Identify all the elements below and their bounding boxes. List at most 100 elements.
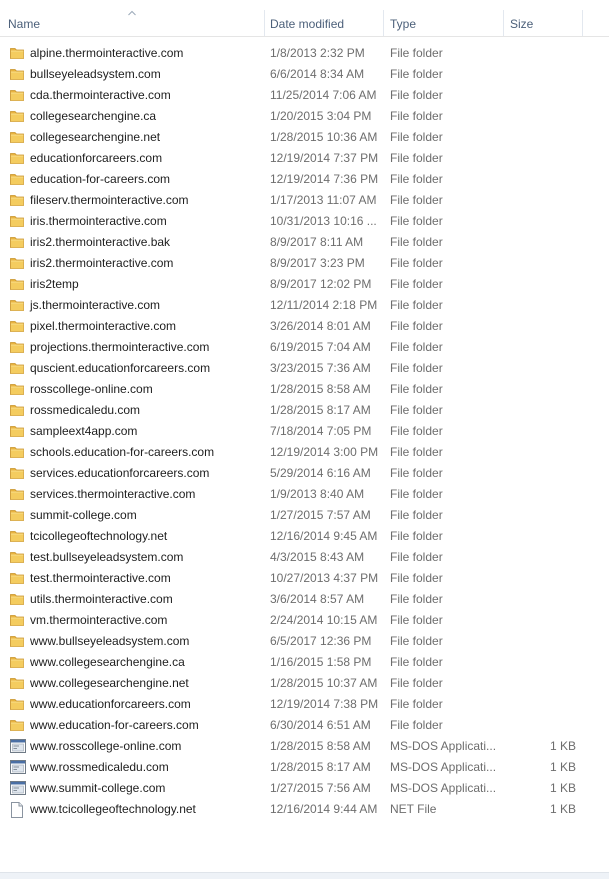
file-date-modified: 3/26/2014 8:01 AM	[270, 319, 371, 333]
file-row[interactable]: fileserv.thermointeractive.com 1/17/2013 …	[0, 190, 609, 211]
file-date-modified: 1/28/2015 8:58 AM	[270, 739, 371, 753]
file-row[interactable]: projections.thermointeractive.com 6/19/20…	[0, 337, 609, 358]
file-date-modified: 1/16/2015 1:58 PM	[270, 655, 372, 669]
file-type: File folder	[390, 235, 443, 249]
file-type: MS-DOS Applicati...	[390, 739, 497, 753]
folder-icon	[10, 442, 26, 463]
column-header-size[interactable]: Size	[510, 0, 533, 36]
file-row[interactable]: tcicollegeoftechnology.net 12/16/2014 9:4…	[0, 526, 609, 547]
file-name: rosscollege-online.com	[30, 382, 153, 396]
file-type: File folder	[390, 718, 443, 732]
file-row[interactable]: www.rossmedicaledu.com 1/28/2015 8:17 AM M…	[0, 757, 609, 778]
file-row[interactable]: services.thermointeractive.com 1/9/2013 8…	[0, 484, 609, 505]
file-row[interactable]: test.bullseyeleadsystem.com 4/3/2015 8:43…	[0, 547, 609, 568]
file-row[interactable]: utils.thermointeractive.com 3/6/2014 8:57…	[0, 589, 609, 610]
file-type: File folder	[390, 298, 443, 312]
file-type: File folder	[390, 487, 443, 501]
file-row[interactable]: summit-college.com 1/27/2015 7:57 AM File …	[0, 505, 609, 526]
file-date-modified: 1/28/2015 10:37 AM	[270, 676, 378, 690]
file-row[interactable]: js.thermointeractive.com 12/11/2014 2:18 …	[0, 295, 609, 316]
file-date-modified: 2/24/2014 10:15 AM	[270, 613, 378, 627]
msdos-app-icon	[10, 736, 26, 757]
file-size	[500, 568, 576, 589]
file-row[interactable]: iris.thermointeractive.com 10/31/2013 10:…	[0, 211, 609, 232]
file-size: 1 KB	[549, 802, 576, 816]
column-resize-handle[interactable]	[582, 10, 583, 36]
file-row[interactable]: iris2temp 8/9/2017 12:02 PM File folder	[0, 274, 609, 295]
file-date-modified: 12/19/2014 3:00 PM	[270, 445, 379, 459]
file-date-modified: 11/25/2014 7:06 AM	[270, 88, 377, 102]
folder-icon	[10, 631, 26, 652]
folder-icon	[10, 85, 26, 106]
file-row[interactable]: rosscollege-online.com 1/28/2015 8:58 AM F…	[0, 379, 609, 400]
file-size	[500, 421, 576, 442]
file-size	[500, 379, 576, 400]
file-date-modified: 6/19/2015 7:04 AM	[270, 340, 371, 354]
column-header-name[interactable]: Name	[8, 0, 40, 36]
file-type: NET File	[390, 802, 437, 816]
file-name: iris2.thermointeractive.bak	[30, 235, 171, 249]
file-row[interactable]: www.collegesearchengine.ca 1/16/2015 1:58…	[0, 652, 609, 673]
file-row[interactable]: educationforcareers.com 12/19/2014 7:37 P…	[0, 148, 609, 169]
file-list: alpine.thermointeractive.com 1/8/2013 2:3…	[0, 43, 609, 820]
file-name: rossmedicaledu.com	[30, 403, 141, 417]
file-date-modified: 1/17/2013 11:07 AM	[270, 193, 377, 207]
file-row[interactable]: www.rosscollege-online.com 1/28/2015 8:58…	[0, 736, 609, 757]
file-type: File folder	[390, 613, 443, 627]
file-row[interactable]: education-for-careers.com 12/19/2014 7:36…	[0, 169, 609, 190]
file-row[interactable]: www.summit-college.com 1/27/2015 7:56 AM M…	[0, 778, 609, 799]
file-date-modified: 1/27/2015 7:57 AM	[270, 508, 371, 522]
file-row[interactable]: rossmedicaledu.com 1/28/2015 8:17 AM File …	[0, 400, 609, 421]
file-row[interactable]: www.educationforcareers.com 12/19/2014 7:…	[0, 694, 609, 715]
sort-ascending-icon	[128, 10, 136, 16]
file-date-modified: 1/9/2013 8:40 AM	[270, 487, 365, 501]
column-header-type[interactable]: Type	[390, 0, 416, 36]
folder-icon	[10, 148, 26, 169]
file-row[interactable]: vm.thermointeractive.com 2/24/2014 10:15 …	[0, 610, 609, 631]
file-row[interactable]: collegesearchengine.net 1/28/2015 10:36 A…	[0, 127, 609, 148]
msdos-app-icon	[10, 757, 26, 778]
column-resize-handle[interactable]	[503, 10, 504, 36]
file-row[interactable]: iris2.thermointeractive.bak 8/9/2017 8:11…	[0, 232, 609, 253]
file-row[interactable]: quscient.educationforcareers.com 3/23/201…	[0, 358, 609, 379]
file-name: www.summit-college.com	[30, 781, 166, 795]
file-explorer-window: Name Date modified Type Size alpine.ther…	[0, 0, 609, 879]
file-date-modified: 7/18/2014 7:05 PM	[270, 424, 372, 438]
file-type: File folder	[390, 109, 443, 123]
file-name: collegesearchengine.ca	[30, 109, 157, 123]
file-size	[500, 610, 576, 631]
column-resize-handle[interactable]	[264, 10, 265, 36]
file-size	[500, 589, 576, 610]
file-date-modified: 12/19/2014 7:37 PM	[270, 151, 379, 165]
file-row[interactable]: services.educationforcareers.com 5/29/201…	[0, 463, 609, 484]
file-row[interactable]: test.thermointeractive.com 10/27/2013 4:3…	[0, 568, 609, 589]
file-row[interactable]: iris2.thermointeractive.com 8/9/2017 3:23…	[0, 253, 609, 274]
file-row[interactable]: pixel.thermointeractive.com 3/26/2014 8:0…	[0, 316, 609, 337]
column-resize-handle[interactable]	[383, 10, 384, 36]
file-size	[500, 253, 576, 274]
file-row[interactable]: cda.thermointeractive.com 11/25/2014 7:06…	[0, 85, 609, 106]
window-bottom-border	[0, 872, 609, 879]
column-header-date-modified[interactable]: Date modified	[270, 0, 344, 36]
file-type: File folder	[390, 67, 443, 81]
file-type: File folder	[390, 676, 443, 690]
file-row[interactable]: www.collegesearchengine.net 1/28/2015 10:…	[0, 673, 609, 694]
file-row[interactable]: www.education-for-careers.com 6/30/2014 6…	[0, 715, 609, 736]
blank-file-icon	[10, 799, 26, 820]
file-date-modified: 1/28/2015 8:17 AM	[270, 760, 371, 774]
file-row[interactable]: www.bullseyeleadsystem.com 6/5/2017 12:36…	[0, 631, 609, 652]
file-row[interactable]: sampleext4app.com 7/18/2014 7:05 PM File f…	[0, 421, 609, 442]
file-type: File folder	[390, 256, 443, 270]
file-date-modified: 6/5/2017 12:36 PM	[270, 634, 372, 648]
file-row[interactable]: alpine.thermointeractive.com 1/8/2013 2:3…	[0, 43, 609, 64]
file-name: collegesearchengine.net	[30, 130, 161, 144]
folder-icon	[10, 526, 26, 547]
file-row[interactable]: bullseyeleadsystem.com 6/6/2014 8:34 AM Fi…	[0, 64, 609, 85]
file-row[interactable]: schools.education-for-careers.com 12/19/2…	[0, 442, 609, 463]
file-type: File folder	[390, 403, 443, 417]
file-row[interactable]: www.tcicollegeoftechnology.net 12/16/2014…	[0, 799, 609, 820]
file-type: File folder	[390, 172, 443, 186]
file-row[interactable]: collegesearchengine.ca 1/20/2015 3:04 PM F…	[0, 106, 609, 127]
file-size	[500, 694, 576, 715]
file-date-modified: 5/29/2014 6:16 AM	[270, 466, 371, 480]
